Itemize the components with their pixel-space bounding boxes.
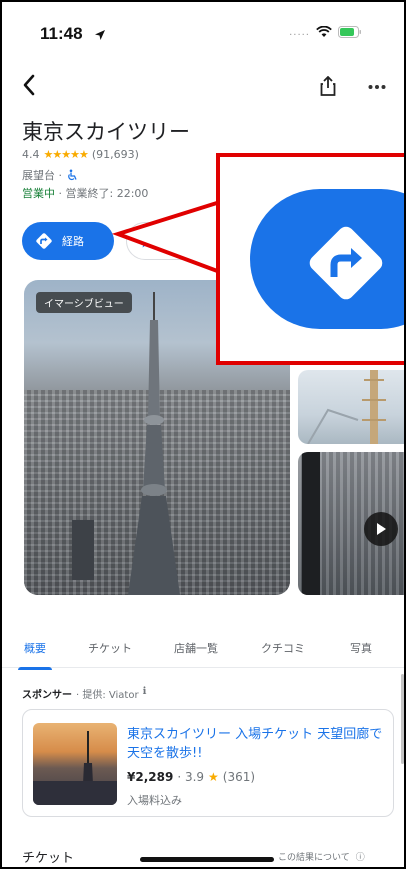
- share-icon: [320, 75, 336, 96]
- tower-detail-image: [307, 370, 386, 444]
- place-title: 東京スカイツリー: [22, 120, 190, 144]
- zoomed-directions-callout: [216, 153, 404, 365]
- category-label: 展望台 ·: [22, 169, 62, 182]
- chevron-left-icon: [23, 74, 35, 96]
- phone-screen: 11:48 ..... 東京スカイツリー 4.4 ★★★★★ (91,693) …: [0, 0, 406, 869]
- sponsor-text: スポンサー: [22, 690, 72, 701]
- immersive-view-badge: イマーシブビュー: [36, 292, 132, 313]
- save-star-icon: [140, 234, 154, 248]
- wheelchair-icon: [68, 169, 77, 181]
- directions-label: 経路: [62, 235, 84, 248]
- tab-overview[interactable]: 概要: [18, 640, 52, 670]
- wifi-icon: [316, 26, 332, 37]
- save-label: 保存: [161, 235, 183, 248]
- scrollbar[interactable]: [401, 674, 404, 764]
- tickets-section-title: チケット: [22, 851, 75, 866]
- rating-value: 4.4: [22, 148, 40, 161]
- closing-time: · 営業終了: 22:00: [55, 187, 149, 200]
- window-frame: [302, 452, 320, 595]
- hours-row[interactable]: 営業中 · 営業終了: 22:00: [22, 185, 148, 201]
- about-results-text: この結果について: [278, 853, 350, 863]
- directions-button[interactable]: 経路: [22, 222, 114, 260]
- tab-photos[interactable]: 写真: [350, 640, 372, 656]
- status-icons: .....: [289, 26, 362, 38]
- status-bar: 11:48 .....: [2, 2, 404, 66]
- tab-stores[interactable]: 店舗一覧: [174, 640, 218, 656]
- ad-note: 入場料込み: [127, 794, 182, 807]
- directions-icon: [36, 233, 52, 249]
- signal-dots: .....: [289, 26, 310, 38]
- rating-stars-icon: ★★★★★: [43, 148, 89, 161]
- home-indicator[interactable]: [140, 857, 274, 862]
- share-button[interactable]: [320, 75, 336, 100]
- ad-star-icon: ★: [208, 770, 219, 784]
- about-info-icon: ⓘ: [355, 853, 365, 863]
- battery-icon: [338, 26, 361, 38]
- play-video-button[interactable]: [364, 512, 398, 546]
- review-count: (91,693): [91, 148, 139, 161]
- ad-rating: · 3.9: [177, 770, 205, 784]
- zoomed-directions-icon: [309, 226, 383, 300]
- ad-title-link[interactable]: 東京スカイツリー 入場チケット 天望回廊で天空を散歩!!: [127, 725, 387, 763]
- ad-skytree-image: [33, 731, 117, 805]
- about-results-link[interactable]: この結果について ⓘ: [278, 850, 365, 863]
- category-row: 展望台 ·: [22, 167, 78, 183]
- tab-reviews[interactable]: クチコミ: [261, 640, 305, 656]
- photo-thumbnail-1[interactable]: [298, 370, 404, 444]
- ticket-ad-card[interactable]: 東京スカイツリー 入場チケット 天望回廊で天空を散歩!! ¥2,289 · 3.…: [22, 709, 394, 817]
- tab-tickets[interactable]: チケット: [88, 640, 132, 656]
- place-tabs: 概要 チケット 店舗一覧 クチコミ 写真: [2, 632, 404, 670]
- ad-price-row: ¥2,289 · 3.9 ★ (361): [127, 770, 255, 784]
- back-button[interactable]: [22, 72, 36, 102]
- status-time: 11:48: [40, 24, 83, 43]
- more-horizontal-icon: [368, 85, 386, 89]
- location-arrow-icon: [95, 30, 105, 40]
- sponsor-provider: · 提供: Viator: [76, 690, 139, 701]
- save-button[interactable]: 保存: [126, 222, 222, 260]
- play-icon: [377, 523, 386, 535]
- ad-thumbnail: [33, 723, 117, 805]
- rating-row[interactable]: 4.4 ★★★★★ (91,693): [22, 148, 139, 161]
- ad-price: ¥2,289: [127, 770, 174, 784]
- sponsor-label: スポンサー · 提供: Viator ℹ: [22, 686, 146, 701]
- sponsor-info-icon[interactable]: ℹ: [143, 686, 147, 701]
- more-options-button[interactable]: [368, 74, 386, 95]
- ad-review-count: (361): [222, 770, 256, 784]
- open-status: 営業中: [22, 187, 55, 200]
